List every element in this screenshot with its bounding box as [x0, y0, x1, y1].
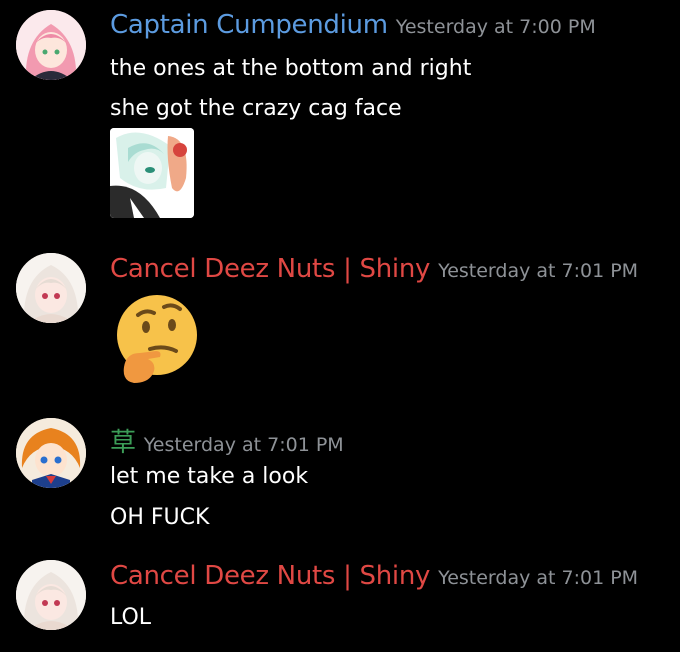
avatar[interactable]: [16, 10, 86, 80]
message-text: LOL: [110, 605, 152, 630]
username[interactable]: Cancel Deez Nuts | Shiny: [110, 561, 430, 591]
message-text: let me take a look: [110, 464, 309, 489]
avatar[interactable]: [16, 418, 86, 488]
timestamp: Yesterday at 7:01 PM: [438, 260, 639, 282]
avatar[interactable]: [16, 560, 86, 630]
avatar[interactable]: [16, 253, 86, 323]
timestamp: Yesterday at 7:01 PM: [143, 434, 344, 456]
timestamp: Yesterday at 7:00 PM: [395, 16, 596, 38]
timestamp: Yesterday at 7:01 PM: [438, 567, 639, 589]
message-text: she got the crazy cag face: [110, 96, 402, 121]
username[interactable]: 草: [110, 428, 136, 458]
username[interactable]: Cancel Deez Nuts | Shiny: [110, 254, 430, 284]
message-text: OH FUCK: [110, 505, 210, 530]
image-attachment[interactable]: [110, 128, 194, 218]
thinking-face-emoji: [110, 293, 200, 385]
username[interactable]: Captain Cumpendium: [110, 10, 388, 40]
message-text: the ones at the bottom and right: [110, 56, 472, 81]
